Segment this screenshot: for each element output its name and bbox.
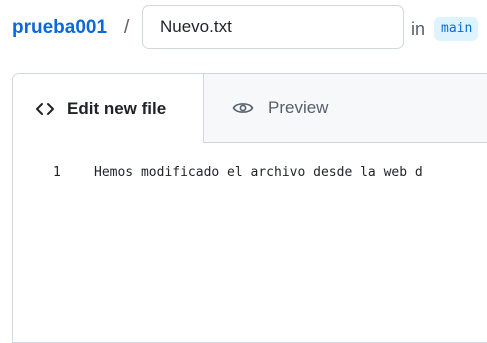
tab-preview[interactable]: Preview — [205, 74, 328, 142]
path-separator: / — [124, 17, 130, 38]
code-editor[interactable]: 1 Hemos modificado el archivo desde la w… — [13, 143, 487, 342]
code-icon — [35, 101, 55, 117]
repo-link[interactable]: prueba001 — [12, 17, 107, 39]
editor-tabs: Edit new file Preview — [13, 74, 487, 143]
line-text[interactable]: Hemos modificado el archivo desde la web… — [94, 163, 423, 183]
eye-icon — [232, 100, 254, 116]
file-path-bar: prueba001 / in main — [0, 0, 487, 56]
code-line: 1 Hemos modificado el archivo desde la w… — [13, 163, 487, 183]
tab-edit-new-file[interactable]: Edit new file — [13, 74, 204, 143]
in-label: in — [411, 19, 426, 39]
line-number: 1 — [53, 165, 61, 180]
tab-preview-label: Preview — [268, 98, 329, 117]
branch-badge: main — [434, 17, 479, 41]
filename-input[interactable] — [142, 5, 404, 49]
file-editor: Edit new file Preview 1 Hemos modificado… — [12, 73, 487, 343]
tab-edit-label: Edit new file — [67, 98, 167, 118]
